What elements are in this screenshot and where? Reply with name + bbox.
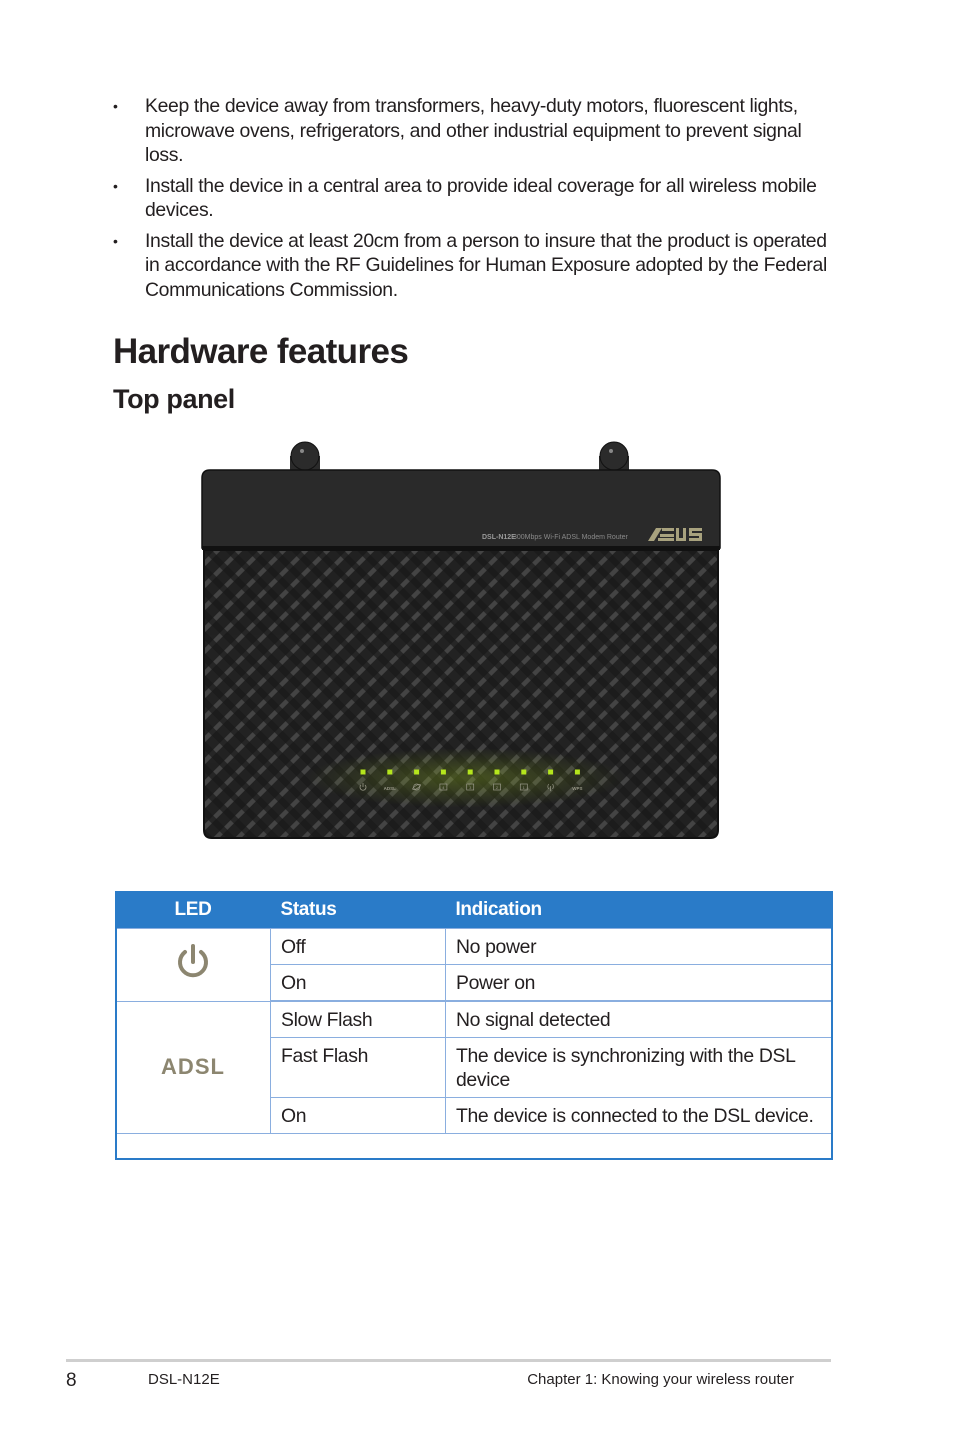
status-cell: On: [270, 1097, 446, 1134]
adsl-text-icon: ADSL: [161, 1054, 225, 1080]
led-indicator-table: LED Status Indication Off No power On Po…: [115, 891, 832, 1134]
led-cell-power: [115, 928, 271, 1002]
status-cell: Fast Flash: [270, 1037, 446, 1098]
column-header-led: LED: [115, 891, 271, 929]
router-tagline: 300Mbps Wi-Fi ADSL Modem Router: [513, 534, 629, 541]
bullet-dot: •: [113, 232, 118, 249]
status-cell: On: [270, 964, 446, 1002]
bullet-item: • Keep the device away from transformers,…: [113, 94, 833, 168]
status-cell: Off: [270, 928, 446, 965]
footer-chapter: Chapter 1: Knowing your wireless router: [527, 1371, 794, 1388]
bullet-item: • Install the device in a central area to…: [113, 174, 833, 223]
led-internet: [414, 769, 420, 775]
led-power: [360, 769, 366, 775]
column-header-indication: Indication: [445, 891, 832, 929]
bullet-list: • Keep the device away from transformers,…: [113, 94, 833, 308]
section-heading: Hardware features: [113, 332, 409, 371]
indication-cell: Power on: [445, 964, 832, 1002]
led-lan4: [440, 769, 446, 775]
column-header-status: Status: [270, 891, 446, 929]
table-header-row: LED Status Indication: [115, 891, 832, 929]
bullet-dot: •: [113, 177, 118, 194]
bullet-text: Keep the device away from transformers, …: [145, 95, 802, 166]
led-cell-adsl: ADSL: [115, 1000, 271, 1134]
led-wps: [574, 769, 580, 775]
adsl-label: ADSL: [384, 786, 397, 791]
led-lan3: [467, 769, 473, 775]
footer-model: DSL-N12E: [148, 1371, 220, 1388]
led-wifi: [548, 769, 554, 775]
router-top-panel-illustration: DSL-N12E 300Mbps Wi-Fi ADSL Modem Router…: [201, 441, 721, 839]
power-icon: [178, 944, 208, 978]
status-cell: Slow Flash: [270, 1000, 446, 1038]
indication-cell: The device is synchronizing with the DSL…: [445, 1037, 832, 1098]
indication-cell: The device is connected to the DSL devic…: [445, 1097, 832, 1134]
router-model-label: DSL-N12E: [482, 534, 516, 541]
table-row: Off No power: [115, 928, 832, 1002]
indication-cell: No signal detected: [445, 1000, 832, 1038]
bullet-text: Install the device at least 20cm from a …: [145, 229, 827, 301]
led-lan1: [521, 769, 527, 775]
wps-label: WPS: [572, 786, 582, 791]
subsection-heading: Top panel: [113, 384, 235, 414]
led-lan2: [494, 769, 500, 775]
page-number: 8: [66, 1370, 77, 1391]
bullet-text: Install the device in a central area to …: [145, 174, 817, 222]
bullet-dot: •: [113, 98, 118, 114]
led-adsl: [387, 769, 393, 775]
bullet-item: • Install the device at least 20cm from a…: [113, 229, 833, 303]
footer-divider: [66, 1359, 831, 1362]
table-row: ADSL Slow Flash No signal detected: [115, 1000, 832, 1134]
indication-cell: No power: [445, 928, 832, 965]
